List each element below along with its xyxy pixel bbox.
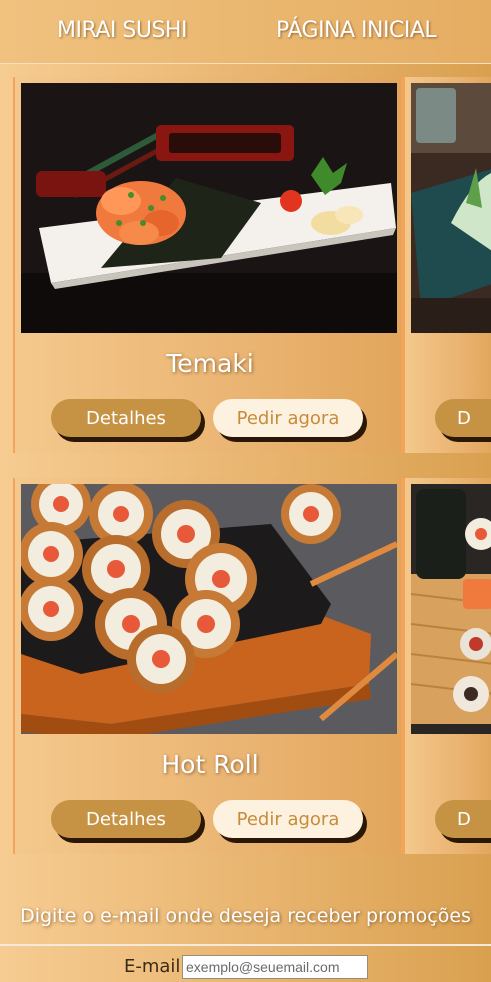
order-now-button[interactable]: Pedir agora (213, 399, 363, 437)
product-card-peek: D (403, 478, 491, 854)
email-input[interactable] (182, 955, 368, 979)
order-now-button[interactable]: Pedir agora (213, 800, 363, 838)
product-card-hot-roll: Hot Roll Detalhes Pedir agora (13, 478, 403, 854)
hot-roll-photo (21, 484, 397, 734)
email-label: E-mail: (124, 956, 187, 977)
details-button[interactable]: Detalhes (51, 399, 201, 437)
email-form: E-mail: (0, 954, 491, 982)
card-title: Temaki (166, 349, 254, 378)
product-photo (411, 484, 491, 734)
home-link[interactable]: PÁGINA INICIAL (276, 18, 437, 43)
card-title: Hot Roll (161, 750, 259, 779)
brand-link[interactable]: MIRAI SUSHI (57, 18, 187, 43)
temaki-photo (21, 83, 397, 333)
details-button[interactable]: D (435, 800, 491, 838)
top-nav: MIRAI SUSHI PÁGINA INICIAL (0, 0, 491, 64)
divider (0, 944, 491, 946)
product-card-peek: D (403, 77, 491, 453)
details-button[interactable]: Detalhes (51, 800, 201, 838)
details-button[interactable]: D (435, 399, 491, 437)
product-card-temaki: Temaki Detalhes Pedir agora (13, 77, 403, 453)
promo-text: Digite o e-mail onde deseja receber prom… (20, 905, 471, 927)
product-photo (411, 83, 491, 333)
